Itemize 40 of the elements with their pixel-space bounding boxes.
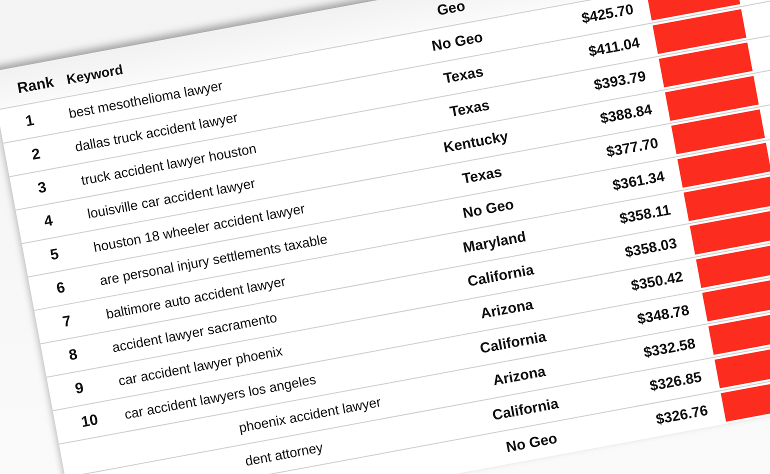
price-cell: $326.85 [648, 369, 703, 394]
price-cell: $348.78 [636, 302, 691, 328]
column-header: Rank [14, 72, 56, 100]
geo-cell: California [478, 328, 548, 357]
price-cell: $425.70 [580, 1, 635, 27]
rank-cell: 10 [80, 411, 100, 432]
geo-cell: Maryland [462, 228, 528, 256]
price-cell: $361.34 [611, 168, 666, 194]
rank-cell: 3 [36, 178, 48, 198]
price-cell: $393.79 [592, 68, 648, 94]
price-cell: $377.70 [605, 135, 660, 160]
column-header: Geo [434, 0, 468, 22]
rank-cell: 5 [48, 246, 60, 264]
rank-cell: 8 [68, 346, 79, 364]
geo-cell: California [491, 396, 560, 424]
price-cell: $332.58 [642, 336, 697, 361]
geo-cell: No Geo [430, 29, 484, 54]
geo-cell: Arizona [492, 363, 547, 389]
price-cell: $358.03 [624, 235, 678, 261]
geo-cell: California [466, 262, 536, 290]
price-cell: $388.84 [598, 102, 654, 127]
rank-cell: 4 [42, 212, 54, 230]
price-cell: $411.04 [587, 34, 641, 60]
geo-cell: No Geo [504, 430, 558, 456]
price-cell: $358.11 [618, 202, 672, 228]
geo-cell: Kentucky [442, 128, 510, 156]
rank-cell: 9 [74, 379, 85, 398]
column-header: Keyword [64, 60, 126, 90]
rank-cell: 1 [24, 112, 36, 130]
rank-cell: 6 [55, 279, 66, 298]
geo-cell: Texas [448, 97, 491, 120]
rank-cell: 2 [30, 145, 42, 164]
price-cell: $350.42 [630, 268, 684, 294]
rank-cell: 7 [61, 312, 73, 331]
geo-cell: No Geo [462, 196, 516, 222]
geo-cell: Arizona [479, 296, 534, 322]
geo-cell: Texas [460, 164, 504, 188]
geo-cell: Texas [442, 64, 485, 87]
keyword-cell-text: dent attorney [242, 440, 324, 471]
price-cell: $326.76 [654, 402, 710, 428]
